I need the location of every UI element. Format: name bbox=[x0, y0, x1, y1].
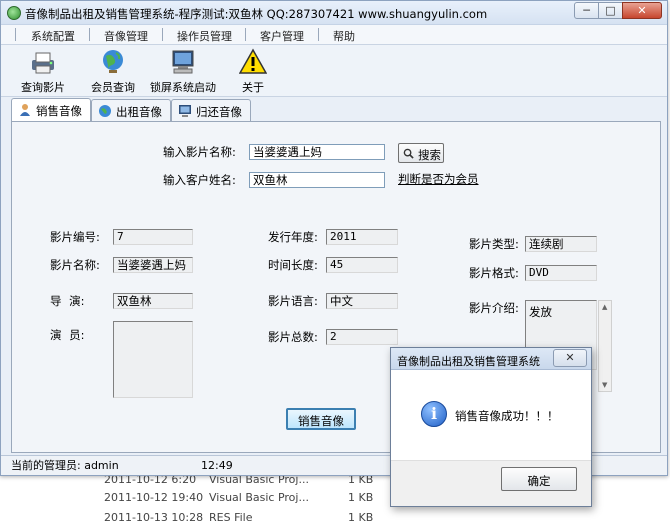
file-date: 2011-10-13 10:28 bbox=[104, 511, 204, 524]
film-title-label: 输入影片名称: bbox=[163, 145, 236, 159]
actors-memo bbox=[113, 321, 193, 398]
customer-name-label: 输入客户姓名: bbox=[163, 173, 236, 187]
menu-help[interactable]: 帮助 bbox=[333, 28, 355, 44]
file-date: 2011-10-12 19:40 bbox=[104, 491, 204, 504]
film-intro-label: 影片介绍: bbox=[469, 301, 519, 315]
film-title-input[interactable]: 当婆婆遇上妈 bbox=[249, 144, 385, 160]
monitor-icon bbox=[179, 105, 191, 117]
success-dialog: 音像制品出租及销售管理系统 ✕ i 销售音像成功！！！ 确定 bbox=[390, 347, 592, 507]
tab-strip: 销售音像 出租音像 归还音像 bbox=[11, 98, 661, 121]
language-value: 中文 bbox=[326, 293, 398, 309]
dialog-title-bar[interactable]: 音像制品出租及销售管理系统 ✕ bbox=[391, 348, 591, 370]
film-name-label: 影片名称: bbox=[50, 258, 100, 272]
warning-icon bbox=[239, 48, 267, 74]
window-title: 音像制品出租及销售管理系统-程序测试:双鱼林 QQ:287307421 www.… bbox=[25, 7, 488, 21]
tool-label: 关于 bbox=[242, 81, 264, 94]
film-name-value: 当婆婆遇上妈 bbox=[113, 257, 193, 273]
film-intro-text: 发放 bbox=[529, 305, 552, 319]
dialog-message: 销售音像成功！！！ bbox=[455, 409, 559, 423]
film-id-label: 影片编号: bbox=[50, 230, 100, 244]
tool-label: 会员查询 bbox=[91, 81, 135, 94]
search-button-label: 搜索 bbox=[418, 148, 441, 162]
menu-operator-management[interactable]: 操作员管理 bbox=[177, 28, 232, 44]
status-time: 12:49 bbox=[201, 459, 233, 472]
magnifier-icon bbox=[403, 148, 414, 159]
file-size: 1 KB bbox=[348, 511, 374, 524]
film-format-value: DVD bbox=[525, 265, 597, 281]
ok-button[interactable]: 确定 bbox=[501, 467, 577, 491]
tab-label: 出租音像 bbox=[116, 105, 162, 119]
dialog-title: 音像制品出租及销售管理系统 bbox=[397, 355, 540, 368]
file-type: RES File bbox=[209, 511, 253, 524]
query-film-button[interactable]: 查询影片 bbox=[15, 47, 71, 95]
ok-button-label: 确定 bbox=[527, 474, 551, 488]
duration-value: 45 bbox=[326, 257, 398, 273]
person-icon bbox=[20, 104, 30, 116]
tool-label: 查询影片 bbox=[21, 81, 65, 94]
close-button[interactable]: ✕ bbox=[622, 2, 662, 19]
menu-separator bbox=[15, 28, 16, 41]
about-button[interactable]: 关于 bbox=[229, 47, 277, 95]
language-label: 影片语言: bbox=[268, 294, 318, 308]
search-button[interactable]: 搜索 bbox=[398, 143, 444, 163]
computer-icon bbox=[172, 50, 194, 74]
close-icon: ✕ bbox=[637, 4, 647, 17]
film-type-label: 影片类型: bbox=[469, 237, 519, 251]
globe-icon bbox=[103, 50, 123, 73]
file-row: 2011-10-13 10:28 RES File 1 KB bbox=[0, 508, 670, 528]
tool-label: 锁屏系统启动 bbox=[150, 81, 216, 94]
tab-label: 销售音像 bbox=[36, 104, 82, 118]
maximize-icon: □ bbox=[605, 4, 616, 17]
file-type: Visual Basic Proj... bbox=[209, 491, 309, 504]
scroll-up-icon: ▲ bbox=[602, 303, 608, 311]
dialog-footer: 确定 bbox=[391, 460, 591, 506]
menu-media-management[interactable]: 音像管理 bbox=[104, 28, 148, 44]
menu-separator bbox=[89, 28, 90, 41]
customer-name-input[interactable]: 双鱼林 bbox=[249, 172, 385, 188]
close-icon: ✕ bbox=[565, 351, 575, 364]
release-year-value: 2011 bbox=[326, 229, 398, 245]
tab-return-media[interactable]: 归还音像 bbox=[171, 99, 251, 121]
menu-separator bbox=[245, 28, 246, 41]
menu-separator bbox=[162, 28, 163, 41]
dialog-close-button[interactable]: ✕ bbox=[553, 349, 587, 367]
globe-icon bbox=[99, 105, 111, 117]
intro-scrollbar[interactable]: ▲ ▼ bbox=[598, 300, 612, 392]
printer-icon bbox=[32, 52, 54, 74]
total-count-label: 影片总数: bbox=[268, 330, 318, 344]
total-count-value: 2 bbox=[326, 329, 398, 345]
toolbar: 查询影片 会员查询 锁屏系统启动 关于 bbox=[1, 45, 667, 97]
film-type-value: 连续剧 bbox=[525, 236, 597, 252]
release-year-label: 发行年度: bbox=[268, 230, 318, 244]
menu-customer-management[interactable]: 客户管理 bbox=[260, 28, 304, 44]
dialog-body: i 销售音像成功！！！ bbox=[391, 370, 591, 460]
tab-rent-media[interactable]: 出租音像 bbox=[91, 99, 171, 121]
menu-system-config[interactable]: 系统配置 bbox=[31, 28, 75, 44]
duration-label: 时间长度: bbox=[268, 258, 318, 272]
sell-media-button[interactable]: 销售音像 bbox=[286, 408, 356, 430]
app-icon bbox=[7, 6, 21, 20]
minimize-icon: ─ bbox=[583, 4, 590, 17]
info-icon: i bbox=[421, 401, 447, 427]
film-format-label: 影片格式: bbox=[469, 266, 519, 280]
file-size: 1 KB bbox=[348, 491, 374, 504]
tab-label: 归还音像 bbox=[196, 105, 242, 119]
title-bar[interactable]: 音像制品出租及销售管理系统-程序测试:双鱼林 QQ:287307421 www.… bbox=[1, 1, 667, 25]
director-value: 双鱼林 bbox=[113, 293, 193, 309]
actors-label: 演 员: bbox=[50, 328, 85, 342]
film-id-value: 7 bbox=[113, 229, 193, 245]
status-admin: 当前的管理员: admin bbox=[11, 459, 119, 472]
scroll-down-icon: ▼ bbox=[602, 381, 608, 389]
member-query-button[interactable]: 会员查询 bbox=[85, 47, 141, 95]
maximize-button[interactable]: □ bbox=[598, 2, 623, 19]
lock-screen-button[interactable]: 锁屏系统启动 bbox=[147, 47, 219, 95]
minimize-button[interactable]: ─ bbox=[574, 2, 599, 19]
check-member-link[interactable]: 判断是否为会员 bbox=[398, 171, 479, 187]
menu-separator bbox=[318, 28, 319, 41]
menu-bar: 系统配置 音像管理 操作员管理 客户管理 帮助 bbox=[1, 25, 667, 45]
director-label: 导 演: bbox=[50, 294, 85, 308]
tab-sell-media[interactable]: 销售音像 bbox=[11, 98, 91, 121]
sell-media-button-label: 销售音像 bbox=[298, 414, 344, 428]
